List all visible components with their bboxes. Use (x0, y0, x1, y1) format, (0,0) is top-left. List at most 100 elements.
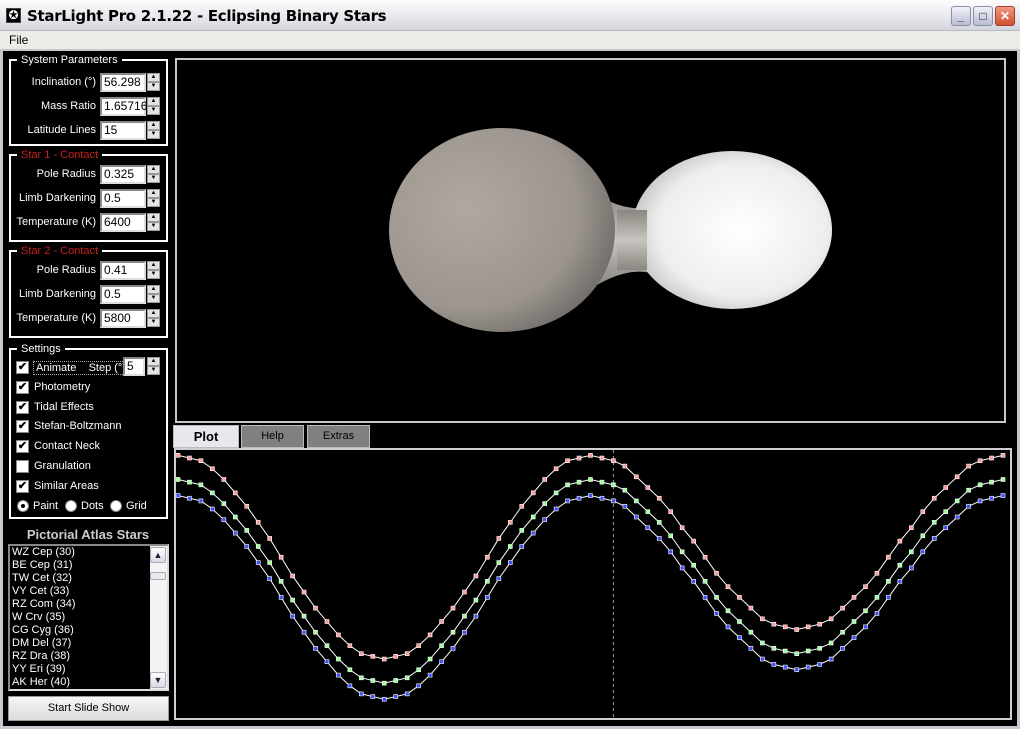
tab-help[interactable]: Help (241, 425, 304, 448)
data-point (863, 584, 868, 589)
spin-up-icon[interactable]: ▲ (147, 189, 160, 198)
checkbox-similar-areas[interactable]: ✔ (16, 479, 29, 493)
spinner[interactable]: ▲ ▼ (147, 309, 160, 328)
star2-field-0[interactable]: 0.41 (100, 261, 146, 280)
spinner[interactable]: ▲ ▼ (147, 285, 160, 304)
app-icon[interactable]: ✪ (6, 8, 21, 23)
system-field-2[interactable]: 15 (100, 121, 146, 140)
list-item[interactable]: VY Cet (33) (10, 585, 167, 598)
spin-up-icon[interactable]: ▲ (147, 213, 160, 222)
data-point (840, 605, 845, 611)
system-field-0[interactable]: 56.298 (100, 73, 146, 92)
data-point (198, 482, 204, 488)
checkbox-contact-neck[interactable]: ✔ (16, 440, 29, 454)
list-item[interactable]: TW Cet (32) (10, 572, 167, 585)
data-point (462, 589, 467, 595)
spinner[interactable]: ▲ ▼ (147, 261, 160, 280)
list-item[interactable]: RZ Com (34) (10, 598, 167, 611)
spin-down-icon[interactable]: ▼ (147, 270, 160, 279)
data-point (634, 514, 639, 520)
star1-field-2[interactable]: 6400 (100, 213, 146, 232)
spinner[interactable]: ▲ ▼ (147, 73, 160, 92)
spin-down-icon[interactable]: ▼ (147, 294, 160, 303)
scroll-down-button[interactable]: ▼ (150, 672, 166, 688)
spin-down-icon[interactable]: ▼ (147, 82, 160, 91)
checkbox-granulation[interactable] (16, 460, 29, 473)
atlas-scrollbar[interactable]: ▲ ▼ (150, 546, 167, 689)
spin-up-icon[interactable]: ▲ (147, 73, 160, 82)
light-curve-plot[interactable] (174, 448, 1012, 720)
start-slide-show-button[interactable]: Start Slide Show (8, 696, 169, 721)
minimize-button[interactable]: _ (951, 6, 971, 26)
tab-plot[interactable]: Plot (173, 425, 239, 448)
data-point (565, 482, 570, 488)
list-item[interactable]: AK Her (40) (10, 676, 167, 689)
spin-up-icon[interactable]: ▲ (147, 285, 160, 294)
data-point (542, 501, 547, 506)
scroll-thumb[interactable] (150, 572, 166, 580)
spinner[interactable]: ▲ ▼ (147, 189, 160, 208)
checkbox-tidal-effects[interactable]: ✔ (16, 400, 29, 414)
radio-paint[interactable] (17, 500, 29, 512)
spin-up-icon[interactable]: ▲ (147, 121, 160, 130)
radio-dots[interactable] (65, 500, 77, 512)
data-point (782, 664, 788, 670)
list-item[interactable]: RZ Dra (38) (10, 650, 167, 663)
data-point (267, 560, 272, 565)
close-button[interactable]: ✕ (995, 6, 1015, 26)
checkbox-stefan-boltzmann[interactable]: ✔ (16, 420, 29, 434)
star1-field-0[interactable]: 0.325 (100, 165, 146, 184)
spinner[interactable]: ▲ ▼ (147, 165, 160, 184)
data-point (553, 490, 559, 496)
system-field-1[interactable]: 1.65716 (100, 97, 147, 116)
spin-down-icon[interactable]: ▼ (147, 198, 160, 207)
spin-down-icon[interactable]: ▼ (147, 106, 160, 115)
step-spinner[interactable]: ▲ ▼ (147, 357, 160, 376)
data-point (679, 565, 685, 571)
spin-up-icon[interactable]: ▲ (147, 261, 160, 270)
checkbox-animate[interactable]: ✔ (16, 361, 29, 374)
atlas-list[interactable]: WZ Cep (30) BE Cep (31) TW Cet (32) VY Cet … (8, 544, 169, 691)
spin-up-icon[interactable]: ▲ (147, 357, 160, 366)
spin-down-icon[interactable]: ▼ (147, 366, 160, 375)
list-item[interactable]: WZ Cep (30) (10, 546, 167, 559)
data-point (255, 520, 261, 525)
list-item[interactable]: DM Del (37) (10, 637, 167, 650)
list-item[interactable]: CG Cyg (36) (10, 624, 167, 637)
data-point (347, 667, 353, 673)
spinner[interactable]: ▲ ▼ (147, 213, 160, 232)
scroll-up-button[interactable]: ▲ (150, 547, 166, 563)
maximize-button[interactable]: □ (973, 6, 993, 26)
star2-field-2[interactable]: 5800 (100, 309, 146, 328)
list-item[interactable]: W Crv (35) (10, 611, 167, 624)
checkbox-photometry[interactable]: ✔ (16, 380, 29, 394)
star2-field-1[interactable]: 0.5 (100, 285, 146, 304)
spin-down-icon[interactable]: ▼ (147, 130, 160, 139)
data-point (485, 595, 490, 600)
spin-up-icon[interactable]: ▲ (147, 97, 160, 106)
data-point (920, 509, 926, 514)
spin-up-icon[interactable]: ▲ (147, 165, 160, 174)
animate-label[interactable]: Animate Step (°) (33, 361, 129, 375)
star1-field-1[interactable]: 0.5 (100, 189, 146, 208)
radio-grid[interactable] (110, 500, 122, 512)
list-item[interactable]: YY Eri (39) (10, 663, 167, 676)
tab-extras[interactable]: Extras (307, 425, 370, 448)
step-field[interactable]: 5 (123, 357, 145, 376)
spin-down-icon[interactable]: ▼ (147, 318, 160, 327)
data-point (737, 619, 742, 624)
data-point (794, 667, 800, 673)
spinner[interactable]: ▲ ▼ (147, 97, 160, 116)
spin-down-icon[interactable]: ▼ (147, 222, 160, 231)
list-item[interactable]: BE Cep (31) (10, 559, 167, 572)
binary-star-3d-view[interactable] (175, 58, 1006, 423)
spin-up-icon[interactable]: ▲ (147, 309, 160, 318)
data-point (943, 485, 949, 490)
system-group-title: System Parameters (17, 53, 122, 67)
data-point (381, 680, 387, 686)
spinner[interactable]: ▲ ▼ (147, 121, 160, 140)
menu-file[interactable]: File (9, 33, 28, 47)
spin-down-icon[interactable]: ▼ (147, 174, 160, 183)
data-point (462, 629, 467, 635)
data-point (370, 694, 376, 699)
